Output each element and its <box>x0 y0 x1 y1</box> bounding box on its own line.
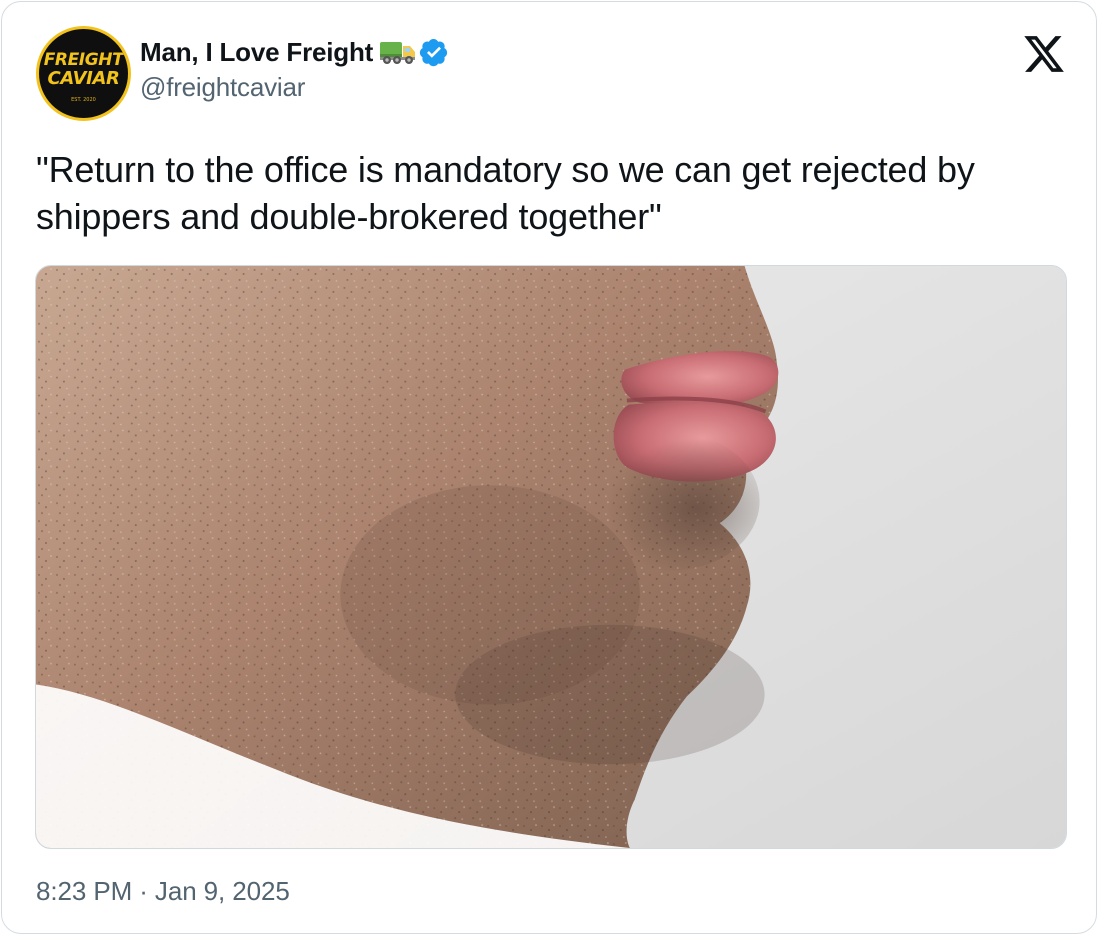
display-name-row: Man, I Love Freight <box>140 36 449 68</box>
tweet-media[interactable] <box>35 265 1067 849</box>
tweet-card[interactable]: FREIGHT CAVIAR EST. 2020 Man, I Love Fre… <box>1 1 1097 934</box>
avatar-logo-sub: EST. 2020 <box>71 96 96 103</box>
tweet-header: FREIGHT CAVIAR EST. 2020 Man, I Love Fre… <box>36 26 1066 122</box>
tweet-timestamp[interactable]: 8:23 PM · Jan 9, 2025 <box>36 874 290 908</box>
author-block: Man, I Love Freight @freightcaviar <box>140 36 449 104</box>
verified-badge-icon[interactable] <box>419 37 449 67</box>
x-logo-icon[interactable] <box>1022 32 1066 76</box>
avatar[interactable]: FREIGHT CAVIAR EST. 2020 <box>36 26 131 121</box>
display-name[interactable]: Man, I Love Freight <box>140 36 373 68</box>
avatar-logo: FREIGHT CAVIAR EST. 2020 <box>39 45 128 103</box>
tweet-text: "Return to the office is mandatory so we… <box>36 149 975 237</box>
tweet-photo <box>36 266 1066 848</box>
author-handle[interactable]: @freightcaviar <box>140 70 449 104</box>
avatar-logo-line1: FREIGHT <box>43 49 124 70</box>
truck-icon <box>379 38 417 66</box>
avatar-logo-line2: CAVIAR <box>47 67 120 89</box>
